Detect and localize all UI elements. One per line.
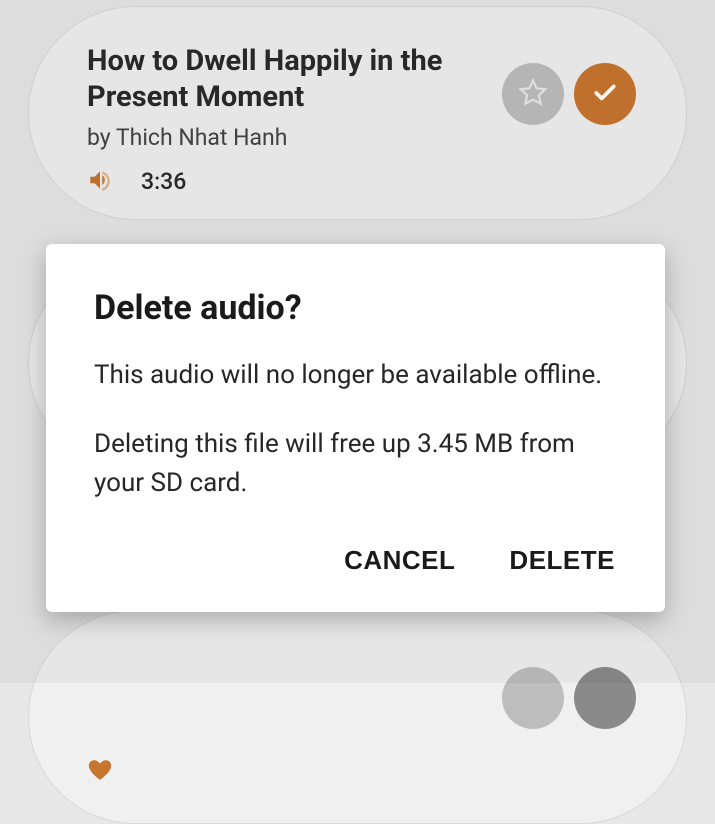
cancel-button[interactable]: CANCEL xyxy=(342,541,457,580)
dialog-message-2: Deleting this file will free up 3.45 MB … xyxy=(94,425,617,503)
heart-icon xyxy=(87,768,113,787)
dialog-title: Delete audio? xyxy=(94,288,617,328)
dialog-actions: CANCEL DELETE xyxy=(94,541,617,580)
dialog-message-1: This audio will no longer be available o… xyxy=(94,356,617,395)
delete-button[interactable]: DELETE xyxy=(507,541,617,580)
modal-overlay[interactable]: Delete audio? This audio will no longer … xyxy=(0,0,715,683)
dialog-body: This audio will no longer be available o… xyxy=(94,356,617,503)
delete-dialog: Delete audio? This audio will no longer … xyxy=(46,244,665,612)
